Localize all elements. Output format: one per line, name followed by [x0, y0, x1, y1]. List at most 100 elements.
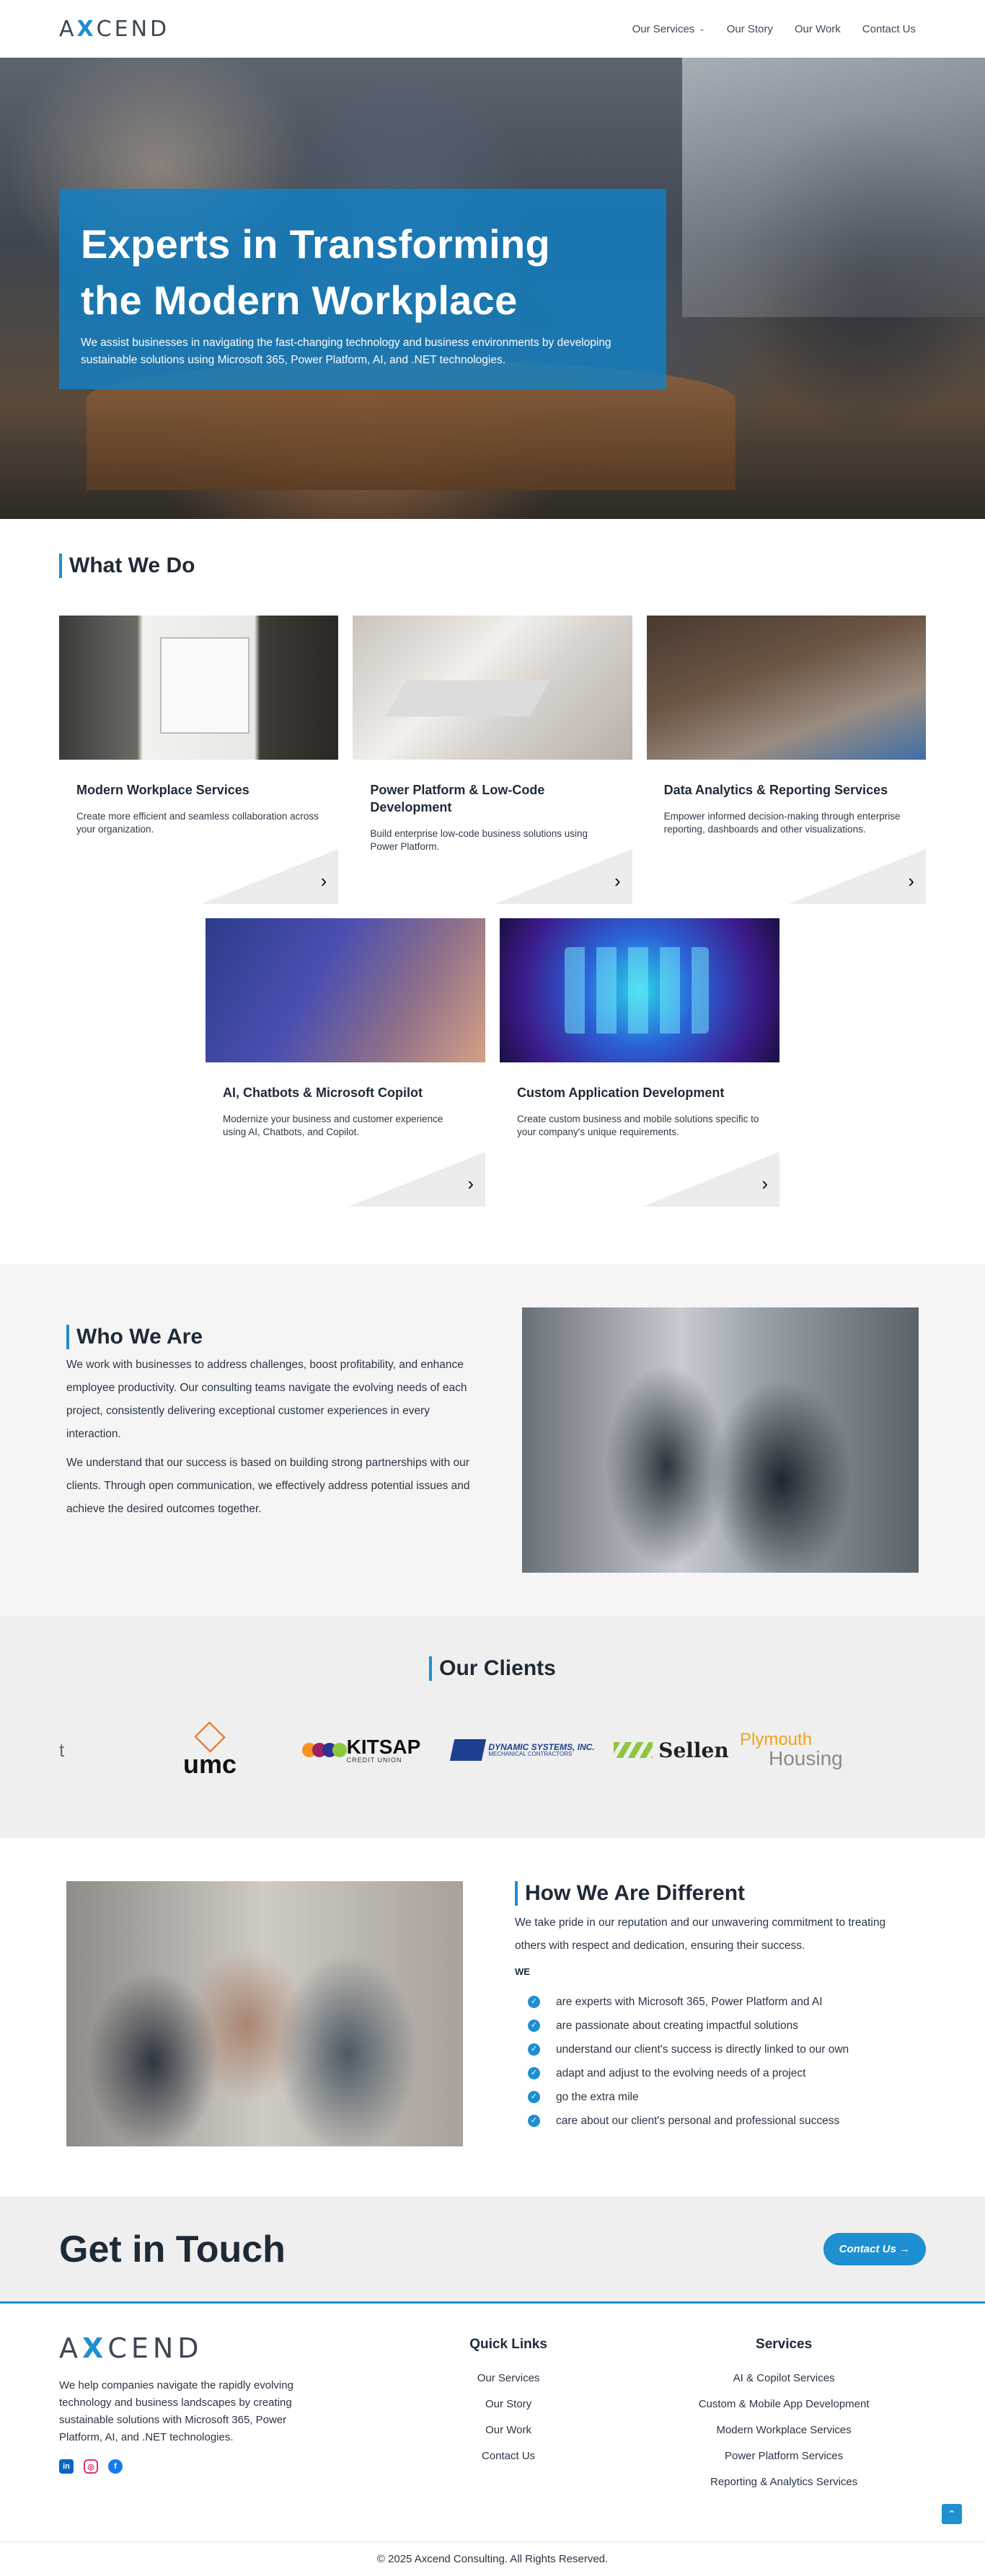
service-card[interactable]: AI, Chatbots & Microsoft Copilot Moderni… — [206, 918, 485, 1207]
what-we-do-section: What We Do Modern Workplace Services Cre… — [0, 519, 985, 1264]
footer-heading: Quick Links — [469, 2337, 547, 2352]
footer-link[interactable]: Modern Workplace Services — [642, 2417, 926, 2443]
we-label: WE — [515, 1966, 530, 1977]
check-circle-icon: ✓ — [528, 2067, 540, 2079]
service-card-description: Create more efficient and seamless colla… — [76, 811, 319, 835]
footer-link[interactable]: AI & Copilot Services — [642, 2366, 926, 2391]
client-logo-subtext: Housing — [769, 1747, 843, 1769]
copyright: © 2025 Axcend Consulting. All Rights Res… — [0, 2541, 985, 2576]
list-item-text: go the extra mile — [556, 2091, 639, 2103]
facebook-icon[interactable]: f — [108, 2459, 123, 2474]
linkedin-icon[interactable]: in — [59, 2459, 74, 2474]
service-card-body: Custom Application Development Create cu… — [500, 1062, 779, 1139]
service-card-link[interactable]: › — [348, 1152, 485, 1207]
how-different-text: How We Are Different We take pride in ou… — [515, 1881, 919, 2146]
footer-link[interactable]: Our Work — [381, 2417, 636, 2443]
chevron-down-icon: ⌄ — [699, 25, 705, 33]
client-logo-text: Sellen — [658, 1738, 729, 1762]
list-item-text: care about our client's personal and pro… — [556, 2115, 840, 2127]
client-logo-plymouth-housing: Plymouth Housing — [740, 1731, 884, 1769]
nav-contact-us[interactable]: Contact Us — [862, 23, 916, 35]
footer-quick-links: Quick Links Our Services Our Story Our W… — [381, 2332, 636, 2541]
client-logo-umc: umc — [141, 1721, 278, 1779]
chevron-right-icon: › — [614, 870, 621, 892]
who-we-are-section: Who We Are We work with businesses to ad… — [0, 1264, 985, 1616]
footer-link[interactable]: Our Story — [381, 2391, 636, 2417]
get-in-touch-band: Get in Touch Contact Us → — [0, 2197, 985, 2304]
section-title: How We Are Different — [515, 1881, 919, 1906]
service-card[interactable]: Data Analytics & Reporting Services Empo… — [646, 616, 926, 904]
sellen-stripes-icon — [614, 1742, 653, 1758]
list-item: ✓ are experts with Microsoft 365, Power P… — [528, 1990, 919, 2014]
hero-text-box: Experts in Transforming the Modern Workp… — [59, 189, 666, 389]
list-item-text: are experts with Microsoft 365, Power Pl… — [556, 1996, 823, 2008]
service-card-link[interactable]: › — [495, 849, 632, 904]
client-logo-text: KITSAP — [346, 1735, 421, 1758]
service-card-link[interactable]: › — [201, 849, 339, 904]
service-cards-row: AI, Chatbots & Microsoft Copilot Moderni… — [59, 918, 926, 1207]
client-logo-text: t — [59, 1738, 65, 1761]
footer-link[interactable]: Power Platform Services — [642, 2443, 926, 2469]
service-card-body: Modern Workplace Services Create more ef… — [59, 760, 338, 836]
service-cards-row: Modern Workplace Services Create more ef… — [59, 616, 926, 904]
client-logo-dynamic-systems: DYNAMIC SYSTEMS, INC. MECHANICAL CONTRAC… — [444, 1739, 603, 1761]
footer-logo[interactable]: AXCEND — [59, 2332, 203, 2364]
footer-services: Services AI & Copilot Services Custom & … — [642, 2332, 926, 2541]
service-card[interactable]: Modern Workplace Services Create more ef… — [59, 616, 339, 904]
section-title: Who We Are — [66, 1325, 470, 1349]
list-item: ✓ care about our client's personal and pr… — [528, 2109, 919, 2133]
site-footer: AXCEND We help companies navigate the ra… — [0, 2304, 985, 2541]
who-we-are-image — [522, 1307, 919, 1573]
footer-link[interactable]: Reporting & Analytics Services — [642, 2469, 926, 2495]
service-card-image — [206, 918, 485, 1062]
nav-our-services[interactable]: Our Services ⌄ — [632, 23, 705, 35]
list-item: ✓ go the extra mile — [528, 2085, 919, 2109]
check-circle-icon: ✓ — [528, 2043, 540, 2056]
service-card-body: Data Analytics & Reporting Services Empo… — [647, 760, 926, 836]
service-card-link[interactable]: › — [642, 1152, 779, 1207]
section-title: What We Do — [59, 554, 926, 578]
chevron-right-icon: › — [908, 870, 914, 892]
scroll-to-top-icon[interactable]: ⌃ — [942, 2504, 962, 2524]
footer-link[interactable]: Contact Us — [381, 2443, 636, 2469]
service-card-title: Power Platform & Low-Code Development — [370, 783, 545, 814]
contact-us-button[interactable]: Contact Us → — [823, 2233, 926, 2265]
client-logo-kitsap: KITSAP CREDIT UNION — [278, 1735, 444, 1764]
logo-letter-x: X — [76, 16, 97, 42]
main-nav: Our Services ⌄ Our Story Our Work Contact… — [632, 23, 916, 35]
list-item: ✓ are passionate about creating impactful… — [528, 2014, 919, 2038]
service-card[interactable]: Power Platform & Low-Code Development Bu… — [353, 616, 632, 904]
logo-letters-cend: CEND — [96, 16, 170, 42]
client-logo-subtext: CREDIT UNION — [346, 1756, 402, 1764]
site-logo[interactable]: A X CEND — [59, 17, 169, 42]
logo-letter-a: A — [59, 2332, 82, 2364]
who-paragraph-2: We understand that our success is based … — [66, 1457, 470, 1515]
client-logo-text: umc — [182, 1749, 237, 1779]
service-card-link[interactable]: › — [788, 849, 926, 904]
social-links: in ◎ f — [59, 2459, 336, 2474]
instagram-icon[interactable]: ◎ — [84, 2459, 98, 2474]
hero-title-line1: Experts in Transforming — [81, 221, 551, 267]
footer-link-list: Our Services Our Story Our Work Contact … — [381, 2366, 636, 2469]
service-card[interactable]: Custom Application Development Create cu… — [500, 918, 779, 1207]
logo-letter-a: A — [59, 16, 77, 42]
nav-our-work[interactable]: Our Work — [795, 23, 841, 35]
service-card-body: Power Platform & Low-Code Development Bu… — [353, 760, 632, 853]
client-logo-carousel[interactable]: t umc KITSAP CREDIT UNION DYNAMIC SYSTEM… — [0, 1721, 985, 1779]
nav-our-story[interactable]: Our Story — [727, 23, 773, 35]
service-card-image — [59, 616, 339, 760]
nav-label: Our Services — [632, 22, 695, 35]
service-card-image — [500, 918, 779, 1062]
hero-title-line2: the Modern Workplace — [81, 277, 518, 323]
service-card-title: Custom Application Development — [517, 1085, 725, 1100]
list-item: ✓ adapt and adjust to the evolving needs … — [528, 2061, 919, 2085]
footer-link[interactable]: Our Services — [381, 2366, 636, 2391]
site-header: A X CEND Our Services ⌄ Our Story Our Work … — [0, 0, 985, 58]
service-card-description: Build enterprise low-code business solut… — [370, 828, 588, 852]
check-circle-icon: ✓ — [528, 1996, 540, 2008]
check-circle-icon: ✓ — [528, 2091, 540, 2103]
logo-letters-cend: CEND — [107, 2332, 203, 2364]
footer-link[interactable]: Custom & Mobile App Development — [642, 2391, 926, 2417]
differentiators-list: ✓ are experts with Microsoft 365, Power P… — [515, 1990, 919, 2133]
service-card-description: Modernize your business and customer exp… — [223, 1114, 443, 1137]
